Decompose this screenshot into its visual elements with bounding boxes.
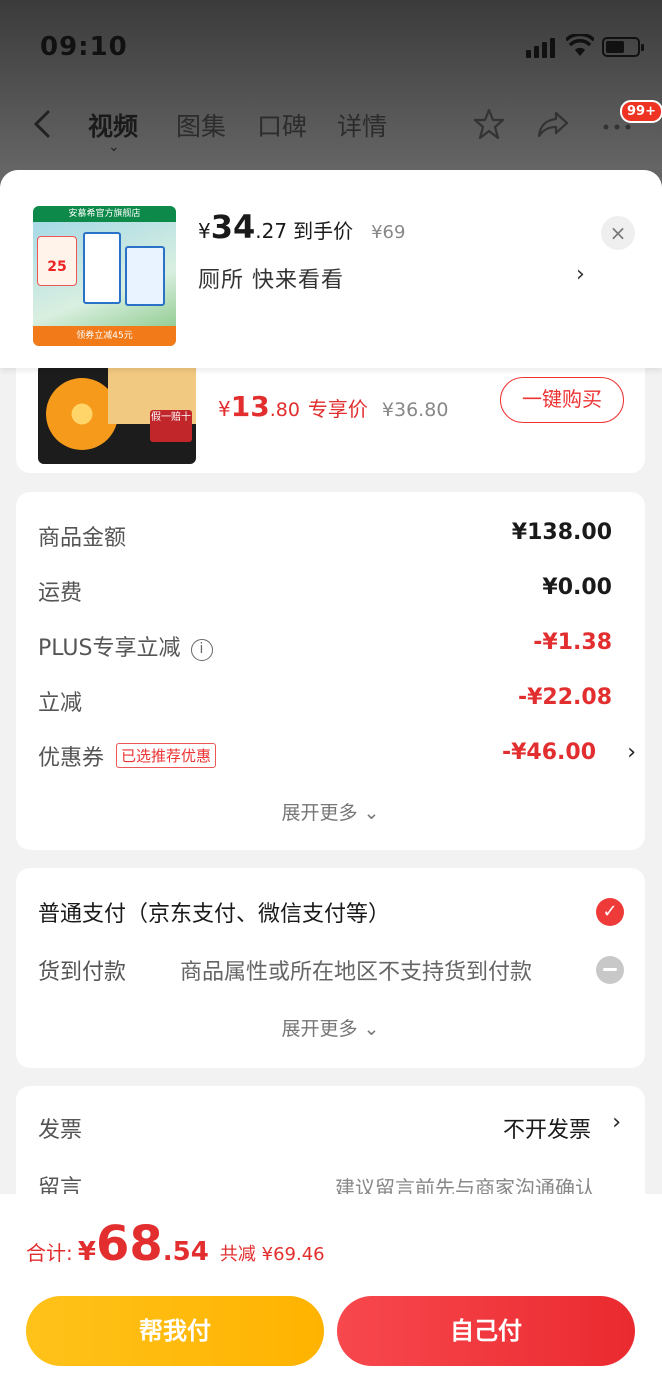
promo-subtitle: 厕所 快来看看	[198, 268, 344, 293]
promo-price-dec: .27	[255, 219, 288, 243]
status-time: 09:10	[40, 32, 128, 62]
price-summary-card: 商品金额 ¥138.00 运费 ¥0.00 PLUS专享立减 i -¥1.38 立…	[16, 492, 645, 850]
summary-value: ¥138.00	[511, 520, 612, 545]
total-currency: ¥	[77, 1237, 96, 1267]
promo-store-name: 安慕希官方旗舰店	[33, 206, 176, 222]
total-saved: 共减 ¥69.46	[219, 1244, 325, 1265]
chevron-right-icon[interactable]: ›	[612, 1110, 621, 1135]
payment-cod-note: 商品属性或所在地区不支持货到付款	[180, 960, 533, 985]
invoice-value[interactable]: 不开发票	[503, 1112, 591, 1144]
chevron-right-icon[interactable]: ›	[576, 262, 585, 287]
product-image: 假一赔十	[38, 364, 196, 464]
total-int: 68	[95, 1216, 163, 1272]
help-me-pay-button[interactable]: 帮我付	[26, 1296, 324, 1366]
promo-price-int: 34	[210, 208, 256, 246]
summary-value: ¥0.00	[542, 575, 612, 600]
one-click-buy-button[interactable]: 一键购买	[500, 377, 624, 423]
payment-normal-option[interactable]: 普通支付（京东支付、微信支付等）	[38, 896, 390, 928]
promo-price-label: 到手价	[293, 219, 354, 243]
tab-gallery[interactable]: 图集	[176, 107, 226, 143]
info-icon[interactable]: i	[190, 639, 213, 661]
invoice-label: 发票	[38, 1118, 83, 1143]
tab-details[interactable]: 详情	[337, 107, 387, 143]
product-price-int: 13	[230, 390, 270, 423]
promo-strip: 领券立减45元	[33, 326, 176, 346]
active-tab-indicator: ⌄	[108, 139, 120, 155]
promo-coupon-tag: 25	[37, 236, 77, 286]
payment-method-card: 普通支付（京东支付、微信支付等） ✓ 货到付款 商品属性或所在地区不支持货到付款…	[16, 868, 645, 1068]
wifi-icon	[564, 32, 596, 58]
tab-reviews[interactable]: 口碑	[257, 107, 307, 143]
summary-label: 优惠券	[38, 746, 105, 771]
notification-badge: 99+	[620, 100, 662, 123]
summary-label: 立减	[38, 691, 83, 716]
summary-label: PLUS专享立减	[38, 636, 181, 661]
back-icon[interactable]	[30, 109, 56, 139]
battery-icon	[602, 37, 644, 57]
summary-label-wrap: 优惠券 已选推荐优惠	[38, 740, 217, 772]
total-label: 合计:	[26, 1241, 73, 1265]
summary-label: 运费	[38, 581, 83, 606]
chevron-right-icon[interactable]: ›	[627, 740, 636, 765]
promo-price: ¥34.27 到手价 ¥69	[198, 208, 405, 246]
expand-more-payment[interactable]: 展开更多 ⌄	[16, 1014, 645, 1041]
share-icon[interactable]	[536, 107, 570, 141]
summary-row-plus-discount: PLUS专享立减 i -¥1.38	[38, 630, 628, 666]
expand-more-summary[interactable]: 展开更多 ⌄	[16, 798, 645, 825]
summary-row-instant-discount: 立减 -¥22.08	[38, 685, 628, 721]
top-nav: 视频 ⌄ 图集 口碑 详情	[0, 95, 662, 155]
summary-label: 商品金额	[38, 526, 127, 551]
summary-row-goods: 商品金额 ¥138.00	[38, 520, 628, 556]
product-price-label: 专享价	[307, 397, 368, 421]
signal-icon	[526, 36, 558, 58]
summary-value: -¥1.38	[533, 630, 612, 655]
product-original-price: ¥36.80	[381, 399, 449, 421]
close-icon[interactable]: ×	[601, 216, 635, 250]
summary-value: -¥22.08	[517, 685, 612, 710]
payment-cod-option: 货到付款	[38, 960, 127, 985]
checkout-bar: 合计: ¥68.54 共减 ¥69.46 帮我付 自己付	[0, 1194, 662, 1397]
product-price-dec: .80	[269, 399, 300, 421]
disabled-minus-icon	[596, 956, 624, 984]
promo-product-image: 安慕希官方旗舰店 25 领券立减45元	[33, 206, 176, 346]
total-dec: .54	[162, 1237, 209, 1267]
product-pack-2	[125, 246, 165, 306]
order-total: 合计: ¥68.54 共减 ¥69.46	[26, 1216, 325, 1272]
summary-row-shipping: 运费 ¥0.00	[38, 575, 628, 611]
product-currency: ¥	[218, 397, 231, 421]
recommended-coupon-tag: 已选推荐优惠	[116, 743, 217, 768]
status-bar: 09:10	[0, 0, 662, 90]
pay-myself-button[interactable]: 自己付	[337, 1296, 635, 1366]
summary-row-coupon[interactable]: 优惠券 已选推荐优惠 -¥46.00 ›	[38, 740, 636, 776]
promo-currency: ¥	[198, 219, 211, 243]
product-guarantee-label: 假一赔十	[150, 410, 192, 442]
summary-label-wrap: PLUS专享立减 i	[38, 630, 213, 662]
promo-banner[interactable]: 安慕希官方旗舰店 25 领券立减45元 ¥34.27 到手价 ¥69 厕所 快来看看…	[0, 170, 662, 368]
checkmark-icon[interactable]: ✓	[596, 898, 624, 926]
promo-original-price: ¥69	[371, 222, 406, 243]
product-price: ¥13.80 专享价 ¥36.80	[218, 390, 448, 423]
star-icon[interactable]	[472, 107, 506, 141]
tab-video[interactable]: 视频	[88, 107, 138, 143]
product-pack-1	[83, 232, 121, 304]
summary-value: -¥46.00	[501, 740, 596, 765]
